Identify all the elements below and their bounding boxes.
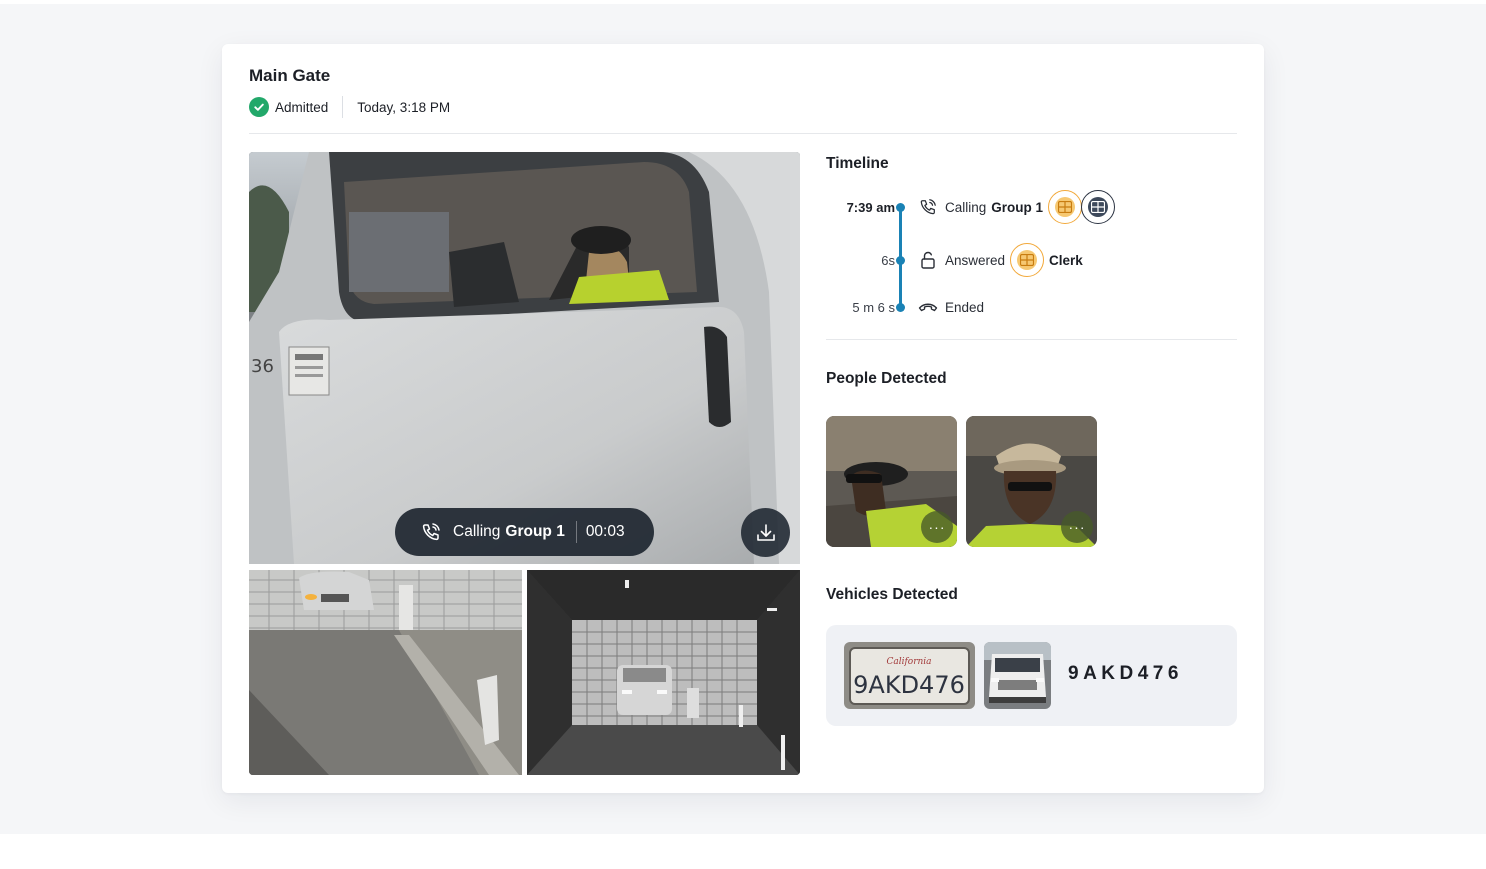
hang-up-icon (918, 297, 938, 317)
phone-ringing-icon (421, 522, 441, 542)
timeline-time: 7:39 am (846, 200, 895, 215)
timeline-event-target: Group 1 (991, 199, 1044, 215)
timeline-event-answered: Answered Clerk (918, 243, 1083, 277)
garage-camera-snapshot (527, 570, 800, 775)
timeline-event-label: Calling (945, 199, 987, 215)
keypad-icon (1017, 250, 1038, 270)
call-pill-divider (575, 521, 577, 543)
timeline-time: 5 m 6 s (852, 300, 895, 315)
plate-image-text: 9AKD476 (853, 671, 965, 699)
event-title: Main Gate (249, 66, 331, 85)
gate-camera-snapshot (249, 570, 522, 775)
plate-state-text: California (886, 657, 931, 667)
timeline-section: Timeline 7:39 am Calling Group 1 6s Answ… (826, 152, 1237, 342)
group-member-avatar[interactable] (1048, 190, 1083, 224)
gate-camera-view[interactable] (249, 570, 522, 775)
section-divider (826, 339, 1237, 340)
people-detected-title: People Detected (826, 370, 947, 387)
call-group: Group 1 (505, 523, 565, 540)
timeline-title: Timeline (826, 155, 889, 172)
event-meta: Admitted Today, 3:18 PM (249, 96, 450, 118)
keypad-icon (1055, 197, 1076, 217)
timeline-event-calling: Calling Group 1 (918, 190, 1116, 224)
call-status-pill: Calling Group 1 00:03 (395, 508, 654, 556)
timeline-time: 6s (881, 253, 895, 268)
timeline-dot (896, 203, 905, 212)
header-divider (249, 133, 1237, 134)
main-camera-view[interactable]: 36 Calling Group 1 00:03 (249, 152, 800, 564)
timeline-event-ended: Ended (918, 297, 984, 317)
call-label: Calling (453, 523, 501, 540)
timeline-event-target: Clerk (1049, 252, 1083, 268)
phone-ringing-icon (918, 197, 938, 217)
clerk-avatar[interactable] (1010, 243, 1045, 277)
timeline-dot (896, 256, 905, 265)
truck-driver-snapshot: 36 (249, 152, 800, 564)
meta-divider (342, 96, 344, 118)
more-options-button[interactable]: ··· (921, 511, 953, 543)
timeline-event-label: Answered (945, 252, 1006, 268)
event-detail-card: Main Gate Admitted Today, 3:18 PM 36 Cal… (222, 44, 1264, 793)
keypad-icon (1088, 197, 1109, 217)
svg-text:36: 36 (251, 356, 274, 377)
license-plate-snapshot: California 9AKD476 (844, 642, 975, 709)
unlock-icon (918, 250, 938, 270)
download-icon (756, 523, 775, 541)
timeline-event-label: Ended (945, 299, 985, 315)
more-options-button[interactable]: ··· (1061, 511, 1093, 543)
timeline-dot (896, 303, 905, 312)
status-badge: Admitted (249, 97, 328, 117)
call-timer: 00:03 (585, 523, 625, 540)
vehicles-detected-title: Vehicles Detected (826, 586, 958, 603)
detected-person-thumbnail[interactable]: ··· (826, 416, 957, 547)
license-plate-number: 9AKD476 (1068, 663, 1183, 684)
event-header: Main Gate Admitted Today, 3:18 PM (249, 66, 1237, 118)
vehicle-snapshot (984, 642, 1051, 709)
detected-person-thumbnail[interactable]: ··· (966, 416, 1097, 547)
check-circle-icon (249, 97, 269, 117)
vehicle-detection-card[interactable]: California 9AKD476 9AKD476 (826, 625, 1237, 726)
garage-camera-view[interactable] (527, 570, 800, 775)
event-datetime: Today, 3:18 PM (357, 99, 451, 115)
download-button[interactable] (741, 508, 790, 557)
status-text: Admitted (275, 99, 329, 115)
group-member-avatar[interactable] (1081, 190, 1116, 224)
